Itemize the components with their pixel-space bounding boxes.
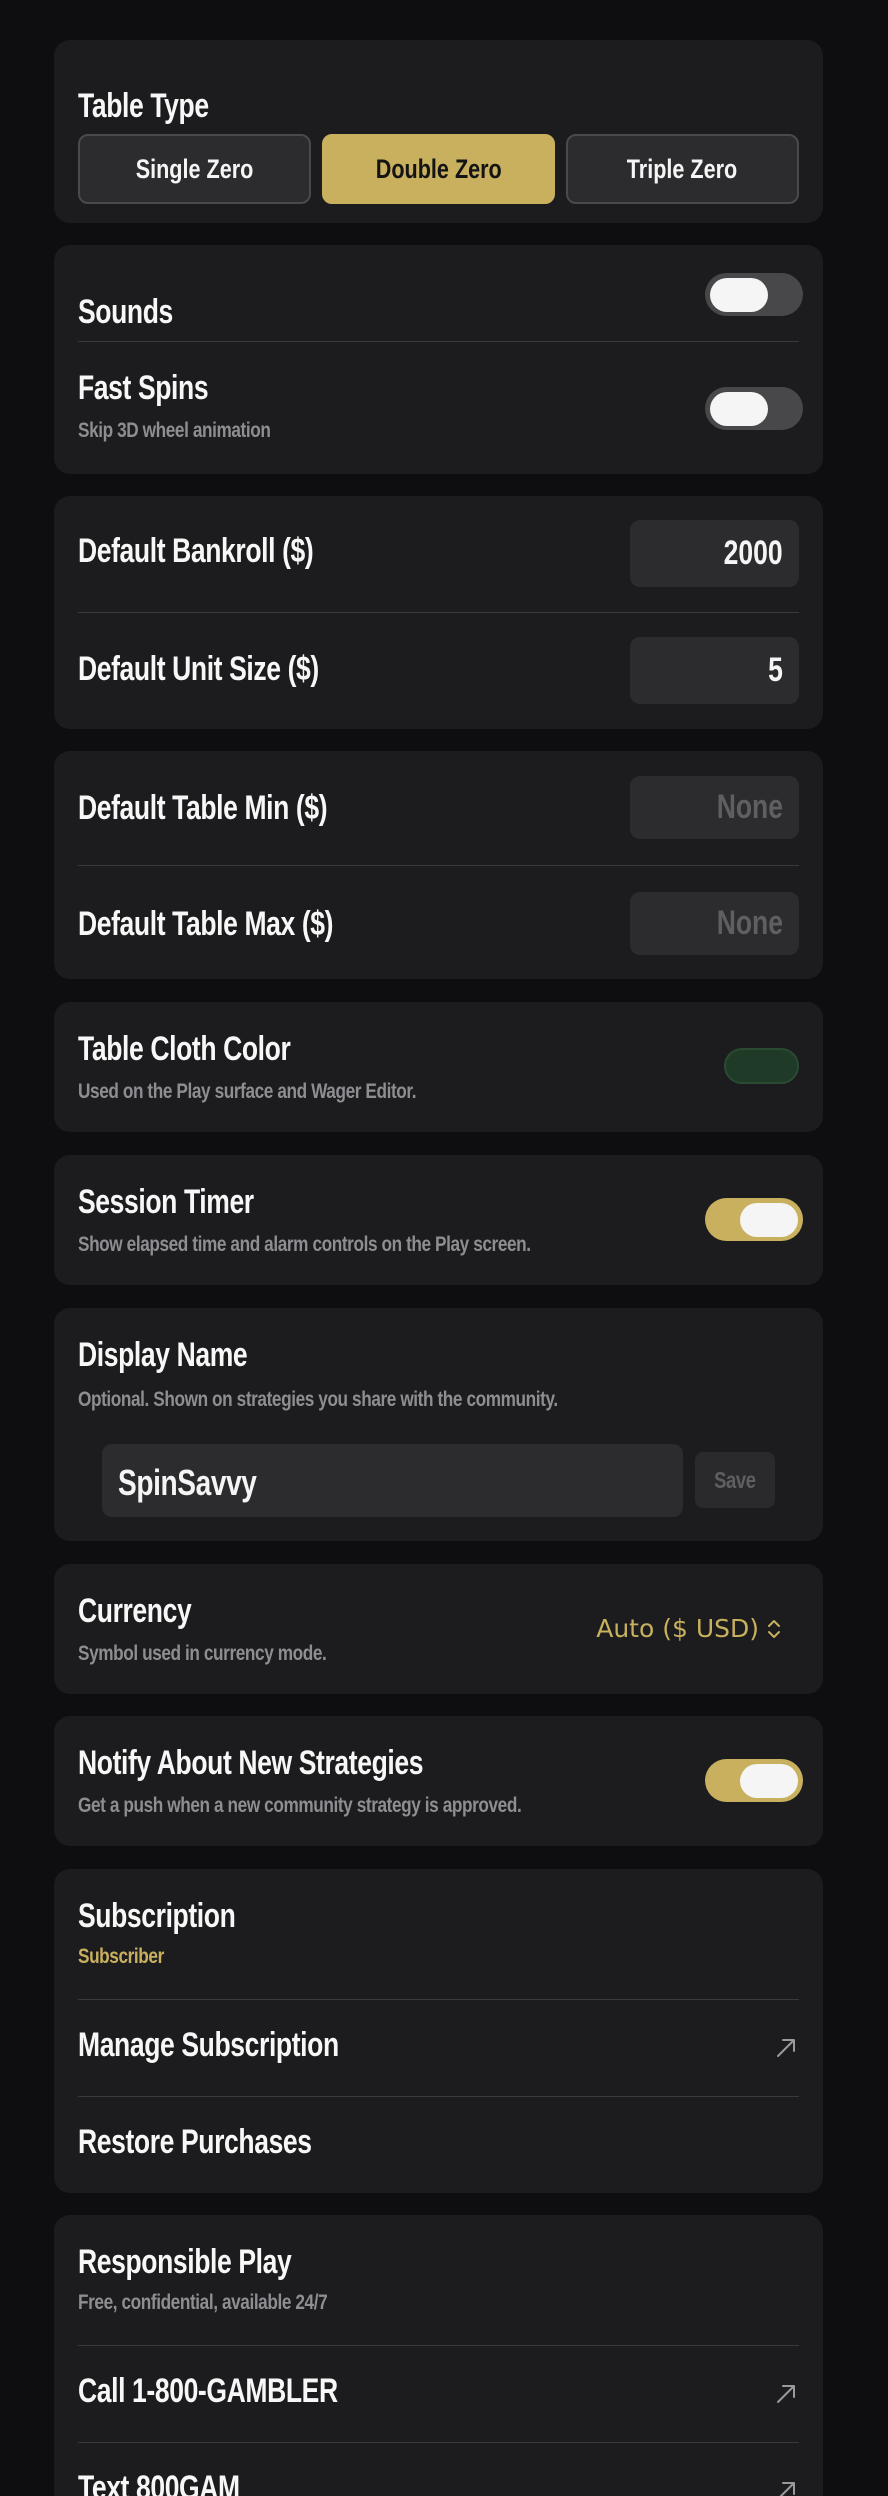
notify-card: Notify About New Strategies Get a push w… (54, 1716, 823, 1846)
notify-toggle[interactable] (705, 1759, 803, 1802)
sound-settings-card: Sounds Fast Spins Skip 3D wheel animatio… (54, 245, 823, 474)
default-table-min-label: Default Table Min ($) (78, 789, 328, 827)
display-name-card: Display Name Optional. Shown on strategi… (54, 1308, 823, 1541)
currency-description: Symbol used in currency mode. (78, 1642, 327, 1665)
sounds-toggle[interactable] (705, 273, 803, 316)
table-type-title: Table Type (78, 87, 209, 125)
external-link-icon (777, 2385, 795, 2403)
text-gambler-label: Text 800GAM (78, 2469, 240, 2496)
call-gambler-row[interactable]: Call 1-800-GAMBLER (54, 2346, 823, 2442)
fast-spins-label: Fast Spins (78, 369, 209, 407)
table-cloth-label: Table Cloth Color (78, 1030, 291, 1068)
responsible-play-label: Responsible Play (78, 2243, 292, 2281)
fast-spins-description: Skip 3D wheel animation (78, 419, 271, 442)
session-timer-toggle[interactable] (705, 1198, 803, 1241)
save-button[interactable]: Save (695, 1452, 775, 1508)
subscription-status: Subscriber (78, 1945, 164, 1968)
triple-zero-button[interactable]: Triple Zero (566, 134, 799, 204)
responsible-play-card: Responsible Play Free, confidential, ava… (54, 2215, 823, 2496)
currency-select[interactable]: Auto ($ USD) (596, 1614, 781, 1643)
call-gambler-label: Call 1-800-GAMBLER (78, 2372, 338, 2410)
currency-card: Currency Symbol used in currency mode. A… (54, 1564, 823, 1694)
session-timer-description: Show elapsed time and alarm controls on … (78, 1233, 531, 1256)
display-name-input[interactable]: SpinSavvy (102, 1444, 683, 1517)
session-timer-label: Session Timer (78, 1183, 254, 1221)
text-gambler-row[interactable]: Text 800GAM (54, 2443, 823, 2496)
subscription-label: Subscription (78, 1897, 236, 1935)
bankroll-card: Default Bankroll ($) 2000 Default Unit S… (54, 496, 823, 729)
notify-description: Get a push when a new community strategy… (78, 1794, 522, 1817)
external-link-icon (779, 2482, 795, 2496)
currency-label: Currency (78, 1592, 192, 1630)
default-unit-size-label: Default Unit Size ($) (78, 650, 319, 688)
notify-label: Notify About New Strategies (78, 1744, 424, 1782)
restore-purchases-label: Restore Purchases (78, 2123, 312, 2161)
single-zero-button[interactable]: Single Zero (78, 134, 311, 204)
default-table-min-input[interactable]: None (630, 776, 799, 839)
display-name-description: Optional. Shown on strategies you share … (78, 1388, 558, 1411)
default-bankroll-input[interactable]: 2000 (630, 520, 799, 587)
default-table-max-label: Default Table Max ($) (78, 905, 334, 943)
default-unit-size-input[interactable]: 5 (630, 637, 799, 704)
chevron-up-down-icon (768, 1619, 780, 1638)
default-bankroll-label: Default Bankroll ($) (78, 532, 314, 570)
double-zero-button[interactable]: Double Zero (322, 134, 555, 204)
manage-subscription-row[interactable]: Manage Subscription (54, 2000, 823, 2096)
external-link-icon (777, 2039, 795, 2057)
responsible-play-description: Free, confidential, available 24/7 (78, 2291, 328, 2314)
display-name-label: Display Name (78, 1336, 248, 1374)
table-cloth-description: Used on the Play surface and Wager Edito… (78, 1080, 417, 1103)
table-cloth-color-swatch[interactable] (724, 1048, 799, 1084)
fast-spins-toggle[interactable] (705, 387, 803, 430)
manage-subscription-label: Manage Subscription (78, 2026, 339, 2064)
sounds-label: Sounds (78, 293, 173, 331)
table-cloth-card: Table Cloth Color Used on the Play surfa… (54, 1002, 823, 1132)
restore-purchases-row[interactable]: Restore Purchases (54, 2097, 823, 2193)
table-limits-card: Default Table Min ($) None Default Table… (54, 751, 823, 979)
session-timer-card: Session Timer Show elapsed time and alar… (54, 1155, 823, 1285)
table-type-card: Table Type Single Zero Double Zero Tripl… (54, 40, 823, 223)
subscription-card: Subscription Subscriber Manage Subscript… (54, 1869, 823, 2193)
default-table-max-input[interactable]: None (630, 892, 799, 955)
